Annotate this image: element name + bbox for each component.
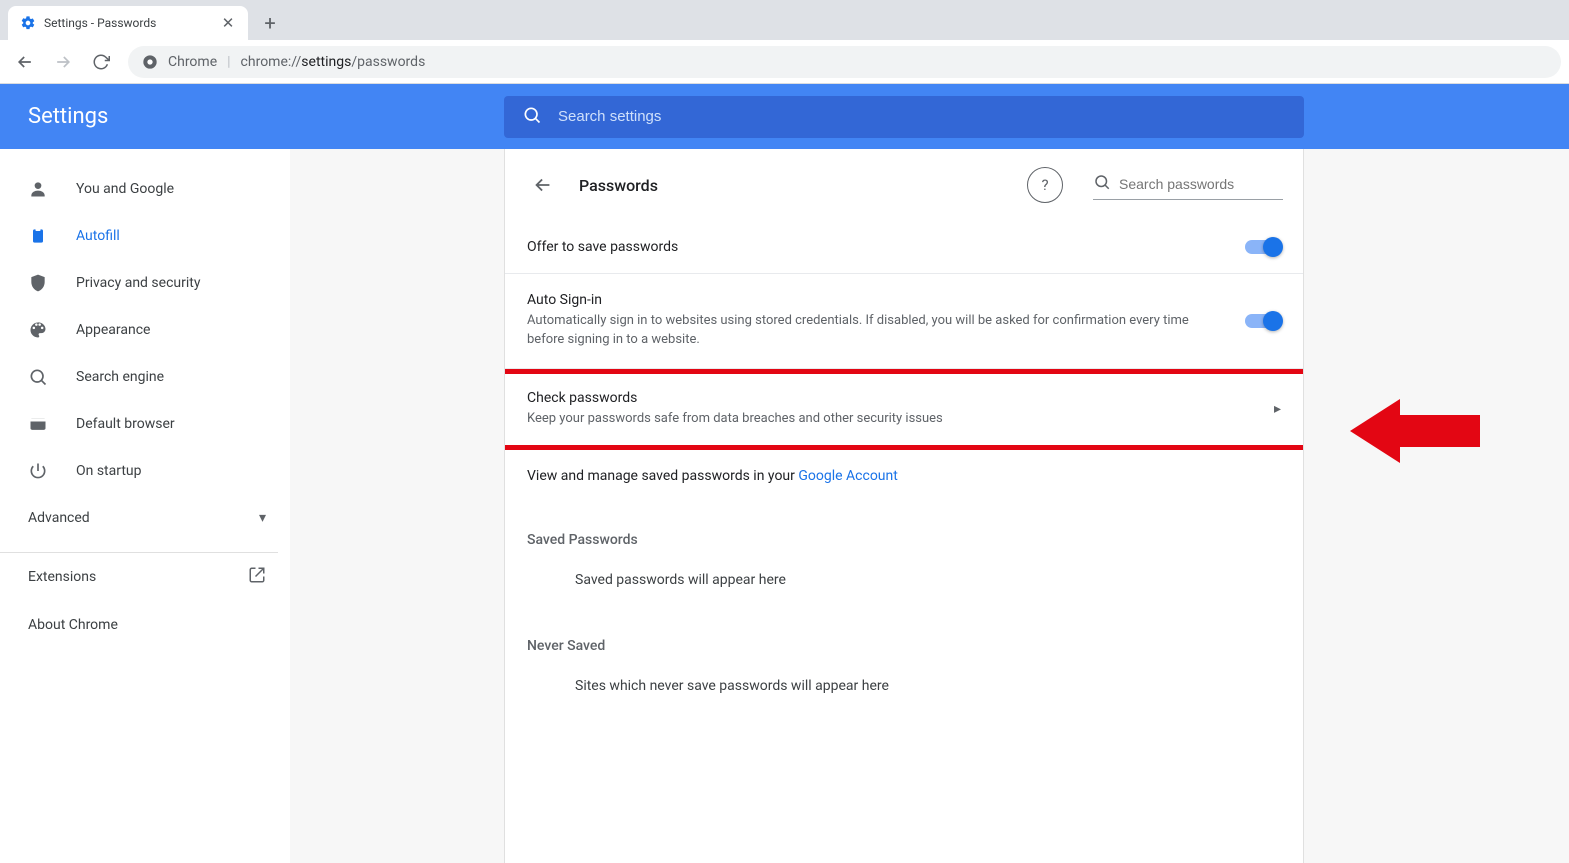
search-icon — [28, 367, 48, 387]
panel-header: Passwords ? — [505, 149, 1303, 221]
power-icon — [28, 461, 48, 481]
search-passwords-input[interactable] — [1119, 176, 1283, 192]
sidebar-advanced-toggle[interactable]: Advanced ▾ — [0, 494, 290, 542]
browser-icon — [28, 414, 48, 434]
sidebar-item-autofill[interactable]: Autofill — [0, 212, 278, 259]
chevron-right-icon: ▸ — [1274, 401, 1281, 417]
sidebar-link-extensions[interactable]: Extensions — [0, 553, 290, 601]
search-passwords-box[interactable] — [1093, 171, 1283, 200]
reload-button[interactable] — [84, 45, 118, 79]
view-manage-text: View and manage saved passwords in your — [527, 468, 798, 484]
sidebar-item-appearance[interactable]: Appearance — [0, 306, 278, 353]
chevron-down-icon: ▾ — [259, 510, 266, 526]
omnibox-url-prefix: chrome:// — [241, 54, 302, 70]
sidebar-item-you-and-google[interactable]: You and Google — [0, 165, 278, 212]
row-title: Auto Sign-in — [527, 292, 1229, 308]
saved-passwords-empty: Saved passwords will appear here — [505, 558, 1303, 608]
sidebar-item-label: You and Google — [76, 181, 174, 197]
about-label: About Chrome — [28, 617, 118, 633]
annotation-arrow — [1350, 393, 1480, 469]
omnibox-url-bold: settings — [301, 54, 351, 70]
advanced-label: Advanced — [28, 510, 90, 526]
sidebar-item-label: Default browser — [76, 416, 175, 432]
omnibox[interactable]: Chrome | chrome://settings/passwords — [128, 46, 1561, 78]
toggle-auto-signin[interactable] — [1245, 314, 1281, 328]
toggle-offer-to-save[interactable] — [1245, 240, 1281, 254]
sidebar-item-label: Privacy and security — [76, 275, 200, 291]
row-check-passwords[interactable]: Check passwords Keep your passwords safe… — [505, 374, 1303, 445]
omnibox-separator: | — [227, 54, 230, 70]
search-settings-input[interactable] — [558, 108, 1286, 125]
never-saved-empty: Sites which never save passwords will ap… — [505, 664, 1303, 714]
chrome-icon — [142, 54, 158, 70]
new-tab-button[interactable]: + — [256, 9, 284, 37]
help-button[interactable]: ? — [1027, 167, 1063, 203]
sidebar-item-default-browser[interactable]: Default browser — [0, 400, 278, 447]
person-icon — [28, 179, 48, 199]
row-title: Offer to save passwords — [527, 239, 1229, 255]
extensions-label: Extensions — [28, 569, 96, 585]
row-auto-signin: Auto Sign-in Automatically sign in to we… — [505, 274, 1303, 369]
settings-title: Settings — [28, 104, 504, 129]
shield-icon — [28, 273, 48, 293]
google-account-link[interactable]: Google Account — [798, 468, 897, 484]
search-icon — [522, 105, 542, 129]
search-settings-box[interactable] — [504, 96, 1304, 138]
sidebar-item-privacy[interactable]: Privacy and security — [0, 259, 278, 306]
clipboard-icon — [28, 226, 48, 246]
section-never-saved: Never Saved — [505, 608, 1303, 664]
section-saved-passwords: Saved Passwords — [505, 502, 1303, 558]
browser-tab[interactable]: Settings - Passwords ✕ — [8, 6, 248, 40]
gear-icon — [20, 15, 36, 31]
sidebar-item-label: Autofill — [76, 228, 120, 244]
annotation-highlight-box: Check passwords Keep your passwords safe… — [504, 369, 1304, 450]
open-external-icon — [248, 566, 266, 588]
sidebar-item-on-startup[interactable]: On startup — [0, 447, 278, 494]
settings-header: Settings — [0, 84, 1569, 149]
row-subtitle: Automatically sign in to websites using … — [527, 312, 1229, 350]
sidebar-item-label: Appearance — [76, 322, 150, 338]
back-button[interactable] — [8, 45, 42, 79]
panel-title: Passwords — [579, 176, 1009, 195]
sidebar-item-search-engine[interactable]: Search engine — [0, 353, 278, 400]
address-bar: Chrome | chrome://settings/passwords — [0, 40, 1569, 84]
omnibox-url-suffix: /passwords — [351, 54, 425, 70]
row-subtitle: Keep your passwords safe from data breac… — [527, 410, 1258, 429]
omnibox-origin-label: Chrome — [168, 54, 217, 70]
close-icon[interactable]: ✕ — [220, 14, 236, 32]
browser-tab-bar: Settings - Passwords ✕ + — [0, 0, 1569, 40]
search-icon — [1093, 173, 1111, 195]
row-title: Check passwords — [527, 390, 1258, 406]
forward-button[interactable] — [46, 45, 80, 79]
row-offer-to-save: Offer to save passwords — [505, 221, 1303, 274]
sidebar-link-about[interactable]: About Chrome — [0, 601, 290, 649]
tab-title: Settings - Passwords — [44, 16, 212, 30]
row-view-manage: View and manage saved passwords in your … — [505, 450, 1303, 502]
settings-panel: Passwords ? Offer to save passwords Auto… — [504, 149, 1304, 863]
palette-icon — [28, 320, 48, 340]
settings-sidebar: You and Google Autofill Privacy and secu… — [0, 149, 290, 863]
panel-back-button[interactable] — [525, 167, 561, 203]
sidebar-item-label: Search engine — [76, 369, 164, 385]
omnibox-url: chrome://settings/passwords — [241, 54, 426, 70]
sidebar-item-label: On startup — [76, 463, 142, 479]
